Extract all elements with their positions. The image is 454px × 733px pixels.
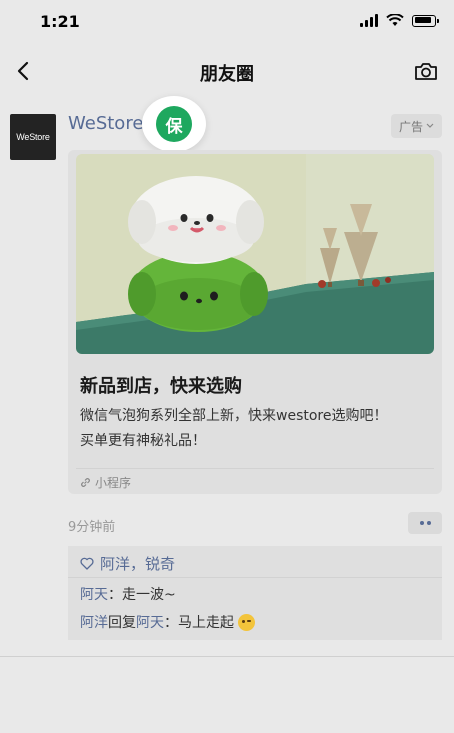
more-actions-button[interactable] (408, 512, 442, 534)
ad-description-line: 微信气泡狗系列全部上新，快来westore选购吧！ (80, 408, 388, 424)
smile-emoji-icon (238, 613, 255, 631)
signal-icon (360, 14, 378, 27)
comment-separator: ： (164, 615, 178, 631)
ad-description-line: 买单更有神秘礼品！ (80, 433, 206, 449)
ad-image[interactable] (76, 154, 434, 354)
comments-box: 阿洋，锐奇 阿天：走一波~ 阿洋 回复 阿天：马上走起 (68, 546, 442, 640)
status-time: 1:21 (40, 12, 80, 31)
author-name[interactable]: WeStore (68, 113, 143, 134)
guarantee-badge-label: 保 (156, 106, 192, 142)
more-dots-icon (426, 521, 431, 525)
camera-button[interactable] (410, 56, 442, 86)
mini-program-source[interactable]: 小程序 (80, 474, 131, 491)
comment-reply-word: 回复 (108, 615, 136, 631)
comment[interactable]: 阿天：走一波~ (80, 584, 176, 604)
avatar[interactable]: WeStore (10, 114, 56, 160)
status-bar: 1:21 (0, 0, 454, 46)
comment-author[interactable]: 阿洋 (80, 612, 108, 632)
more-dots-icon (419, 521, 424, 525)
post-timestamp: 9分钟前 (68, 520, 116, 535)
mini-program-label: 小程序 (95, 476, 132, 490)
wifi-icon (386, 14, 404, 26)
moments-post: WeStore WeStore 保 广告 新品到店，快来选购 微信气泡狗系列全部… (0, 96, 454, 656)
plush-dogs-illustration (76, 154, 434, 354)
guarantee-badge[interactable]: 保 (142, 96, 206, 152)
divider (68, 577, 442, 578)
heart-icon (80, 557, 94, 570)
likes-row: 阿洋，锐奇 (80, 552, 175, 574)
ad-description: 微信气泡狗系列全部上新，快来westore选购吧！ 买单更有神秘礼品！ (80, 404, 430, 454)
ad-title: 新品到店，快来选购 (80, 376, 242, 397)
page-title: 朋友圈 (200, 64, 254, 85)
chevron-down-icon (426, 123, 434, 128)
likes-names[interactable]: 阿洋，锐奇 (100, 553, 175, 574)
comment-author[interactable]: 阿天 (80, 587, 108, 603)
nav-bar: 朋友圈 (0, 46, 454, 96)
comment-reply-target[interactable]: 阿天 (136, 612, 164, 632)
camera-icon (415, 63, 437, 80)
comment-separator: ： (108, 587, 122, 603)
post-separator (0, 656, 454, 657)
ad-tag-label: 广告 (398, 119, 423, 134)
comment-text: 走一波~ (122, 587, 176, 603)
divider (76, 468, 434, 469)
battery-icon (412, 14, 439, 27)
link-icon (81, 478, 90, 487)
comment-text: 马上走起 (178, 615, 234, 631)
comment[interactable]: 阿洋 回复 阿天：马上走起 (80, 612, 255, 632)
ad-tag-button[interactable]: 广告 (390, 114, 442, 138)
ad-card[interactable]: 新品到店，快来选购 微信气泡狗系列全部上新，快来westore选购吧！ 买单更有… (68, 150, 442, 494)
status-icons (360, 14, 439, 27)
avatar-logo: WeStore (16, 132, 50, 142)
